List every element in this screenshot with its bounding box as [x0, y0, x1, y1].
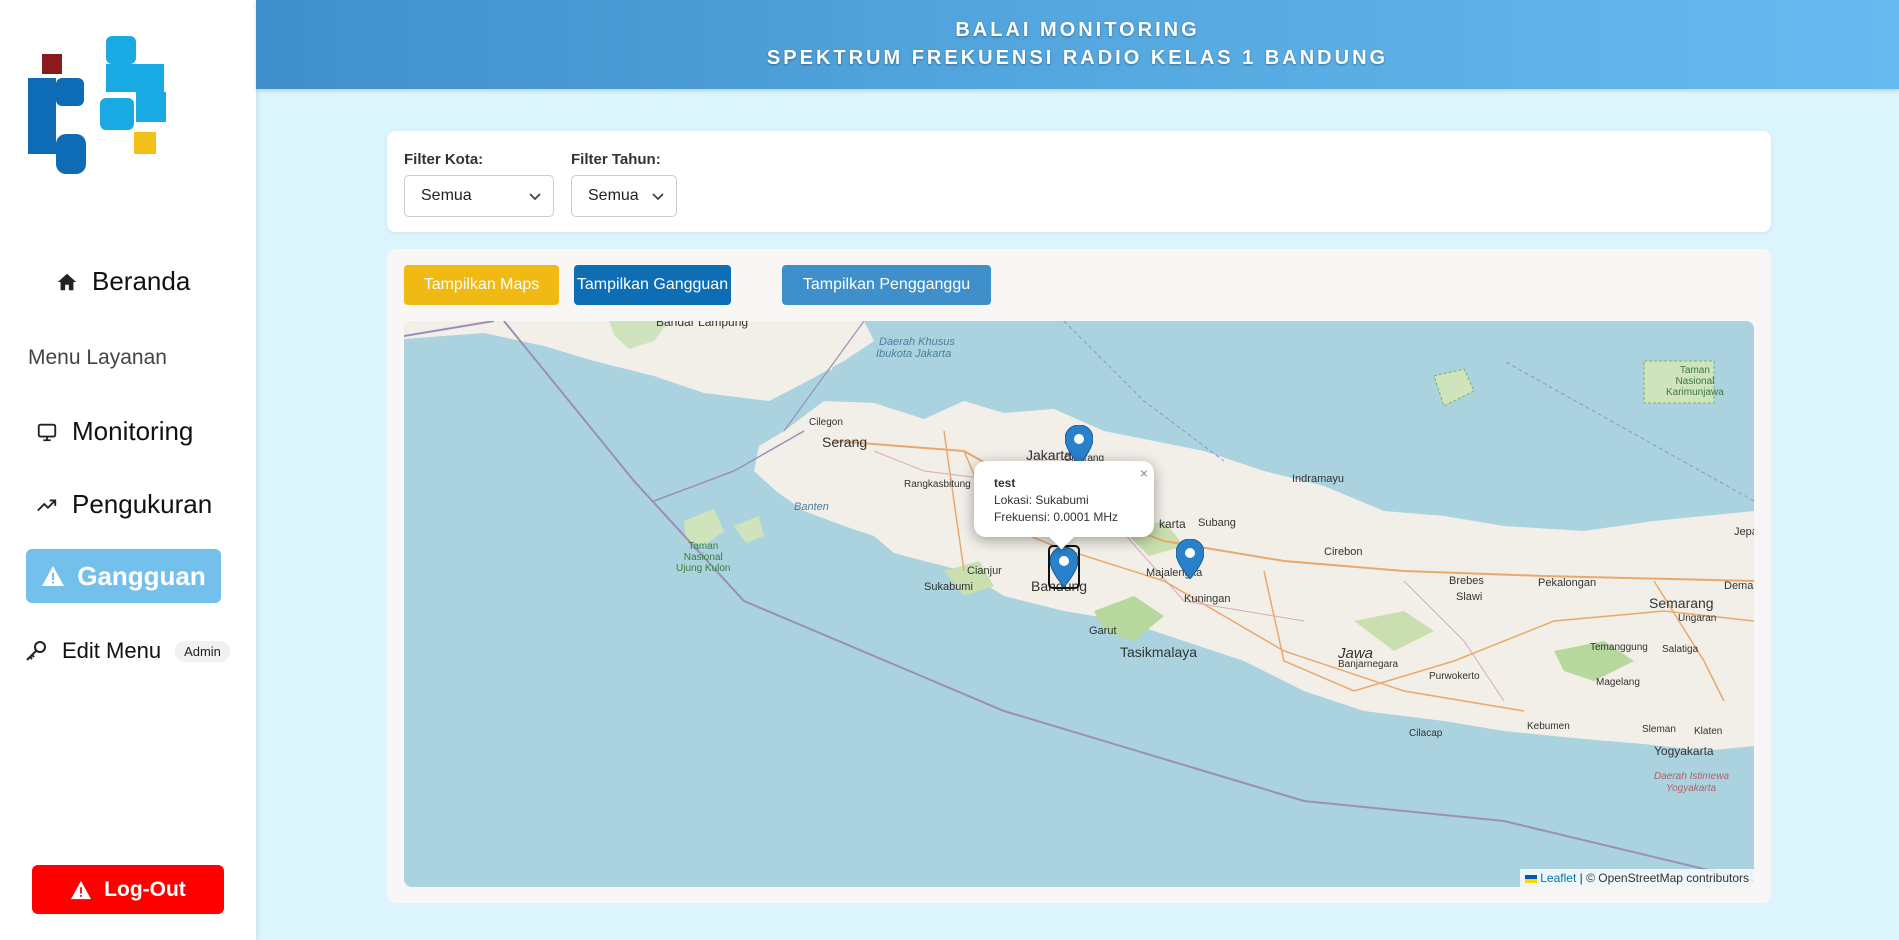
- map-card: Tampilkan Maps Tampilkan Gangguan Tampil…: [387, 249, 1771, 903]
- map-label: Salatiga: [1662, 644, 1699, 655]
- map-label: Serang: [822, 434, 868, 450]
- sidebar-item-edit-menu[interactable]: Edit Menu Admin: [24, 638, 230, 664]
- map-label: Ibukota Jakarta: [876, 348, 952, 360]
- chevron-down-icon: [650, 188, 666, 209]
- show-gangguan-button[interactable]: Tampilkan Gangguan: [574, 265, 731, 305]
- map-label: Daerah Khusus: [879, 336, 955, 348]
- map-label: Rangkasbitung: [904, 479, 971, 490]
- map-label: Kuningan: [1184, 593, 1231, 605]
- popup-title: test: [994, 476, 1016, 490]
- map-label: Indramayu: [1292, 473, 1344, 485]
- map-label: Sleman: [1642, 724, 1676, 735]
- map-pin-icon: [1049, 546, 1079, 588]
- map-label: Pekalongan: [1538, 577, 1597, 589]
- map-label: Tasikmalaya: [1120, 644, 1198, 660]
- filter-kota-select[interactable]: Semua: [404, 175, 554, 217]
- sidebar: Beranda Menu Layanan Monitoring Pengukur…: [0, 0, 256, 940]
- map-label: Demal: [1724, 580, 1754, 592]
- filter-kota-label: Filter Kota:: [404, 151, 484, 168]
- sidebar-item-label: Pengukuran: [72, 489, 213, 519]
- map-label: Bandar Lampung: [656, 321, 749, 329]
- menu-heading: Menu Layanan: [28, 346, 167, 369]
- admin-badge: Admin: [175, 640, 230, 662]
- show-pengganggu-button[interactable]: Tampilkan Pengganggu: [782, 265, 991, 305]
- filter-kota-value: Semua: [421, 187, 472, 204]
- sidebar-item-label: Gangguan: [77, 560, 206, 591]
- sidebar-item-beranda[interactable]: Beranda: [56, 266, 190, 297]
- map-attribution: Leaflet | © OpenStreetMap contributors: [1519, 869, 1754, 887]
- osm-attribution: | © OpenStreetMap contributors: [1579, 871, 1749, 885]
- map-label: Banten: [794, 501, 829, 513]
- map-label: Sukabumi: [924, 581, 973, 593]
- filter-card: Filter Kota: Semua Filter Tahun: Semua: [387, 131, 1771, 232]
- map-label: Daerah Istimewa: [1654, 771, 1730, 782]
- app-logo: [28, 36, 166, 174]
- map-label: Semarang: [1649, 595, 1714, 611]
- monitor-icon: [36, 421, 58, 443]
- logout-button[interactable]: Log-Out: [32, 865, 224, 914]
- ukraine-flag-icon: [1524, 874, 1537, 883]
- sidebar-item-pengukuran[interactable]: Pengukuran: [36, 489, 212, 520]
- map-label: karta: [1159, 517, 1186, 531]
- popup-close-button[interactable]: ×: [1140, 465, 1148, 481]
- map-label: Taman Nasional Karimunjawa: [1666, 365, 1724, 398]
- sidebar-item-label: Beranda: [92, 266, 191, 296]
- map-label: Cilegon: [809, 417, 843, 428]
- map-label: Cirebon: [1324, 546, 1363, 558]
- popup-content: test Lokasi: Sukabumi Frekuensi: 0.0001 …: [994, 475, 1118, 526]
- leaflet-link[interactable]: Leaflet: [1540, 871, 1576, 885]
- popup-lokasi: Lokasi: Sukabumi: [994, 493, 1089, 507]
- map-label: Klaten: [1694, 726, 1723, 737]
- filter-tahun-value: Semua: [588, 187, 639, 204]
- warning-icon: [41, 565, 65, 587]
- home-icon: [56, 271, 78, 293]
- map-label: Purwokerto: [1429, 671, 1480, 682]
- popup-frekuensi: Frekuensi: 0.0001 MHz: [994, 510, 1119, 524]
- map-label: Temanggung: [1590, 642, 1648, 653]
- map-view[interactable]: Bandar Lampung Daerah Khusus Ibukota Jak…: [404, 321, 1754, 887]
- map-tiles: [404, 321, 1754, 887]
- map-label: Kebumen: [1527, 721, 1570, 732]
- trending-up-icon: [36, 494, 58, 516]
- map-label: Cianjur: [967, 565, 1002, 577]
- show-maps-button[interactable]: Tampilkan Maps: [404, 265, 559, 305]
- map-label: Banjarnegara: [1338, 659, 1399, 670]
- map-pin-icon: [1064, 424, 1094, 466]
- warning-icon: [70, 880, 92, 900]
- map-label: Cilacap: [1409, 728, 1443, 739]
- map-label: Yogyakarta: [1654, 744, 1714, 758]
- filter-tahun-label: Filter Tahun:: [571, 151, 661, 168]
- map-label: Garut: [1089, 625, 1117, 637]
- map-pin-icon: [1175, 538, 1205, 580]
- map-label: Jepa: [1734, 526, 1754, 538]
- chevron-down-icon: [527, 188, 543, 209]
- map-label: Brebes: [1449, 575, 1484, 587]
- map-label: Taman Nasional Ujung Kulon: [676, 541, 731, 574]
- map-marker-bandung[interactable]: [1175, 538, 1205, 580]
- map-label: Magelang: [1596, 677, 1640, 688]
- map-marker-jakarta[interactable]: [1064, 424, 1094, 466]
- sidebar-item-label: Edit Menu: [62, 638, 162, 663]
- marker-popup: × test Lokasi: Sukabumi Frekuensi: 0.000…: [974, 461, 1154, 550]
- map-label: Ungaran: [1678, 613, 1717, 624]
- map-label: Slawi: [1456, 591, 1483, 603]
- page-header: BALAI MONITORING SPEKTRUM FREKUENSI RADI…: [256, 0, 1899, 89]
- sidebar-item-gangguan[interactable]: Gangguan: [26, 549, 221, 603]
- map-label: Subang: [1198, 517, 1236, 529]
- sidebar-item-monitoring[interactable]: Monitoring: [36, 416, 193, 447]
- filter-tahun-select[interactable]: Semua: [571, 175, 677, 217]
- logout-label: Log-Out: [104, 877, 186, 901]
- map-marker-sukabumi[interactable]: [1048, 545, 1080, 589]
- header-title-line2: SPEKTRUM FREKUENSI RADIO KELAS 1 BANDUNG: [766, 47, 1389, 69]
- key-icon: [24, 639, 48, 663]
- sidebar-item-label: Monitoring: [72, 416, 194, 446]
- header-title-line1: BALAI MONITORING: [955, 19, 1200, 41]
- map-label: Yogyakarta: [1666, 783, 1717, 794]
